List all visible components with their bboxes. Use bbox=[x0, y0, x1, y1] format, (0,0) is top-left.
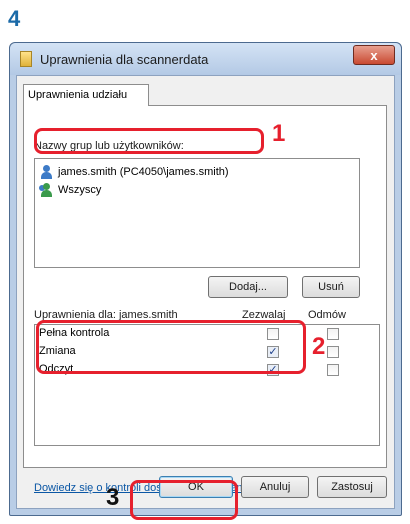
group-name: Wszyscy bbox=[58, 184, 102, 196]
deny-checkbox-change[interactable] bbox=[327, 346, 339, 358]
cancel-button[interactable]: Anuluj bbox=[241, 476, 309, 498]
tab-panel: Nazwy grup lub użytkowników: james.smith… bbox=[23, 105, 387, 494]
annotation-step-2: 2 bbox=[312, 333, 326, 360]
window-title: Uprawnienia dla scannerdata bbox=[40, 52, 209, 67]
highlight-permission-checkboxes bbox=[36, 320, 306, 374]
user-icon bbox=[39, 165, 55, 179]
annotation-step-1: 1 bbox=[272, 120, 286, 147]
highlight-ok-button bbox=[130, 480, 238, 520]
add-button[interactable]: Dodaj... bbox=[208, 276, 288, 298]
users-listbox[interactable]: james.smith (PC4050\james.smith) Wszyscy bbox=[34, 158, 360, 268]
deny-column-header: Odmów bbox=[308, 309, 346, 321]
title-bar[interactable]: Uprawnienia dla scannerdata x bbox=[10, 43, 401, 75]
step-number: 4 bbox=[8, 6, 21, 31]
deny-checkbox-full-control[interactable] bbox=[327, 328, 339, 340]
remove-button[interactable]: Usuń bbox=[302, 276, 360, 298]
list-item-james-smith[interactable]: james.smith (PC4050\james.smith) bbox=[39, 163, 229, 181]
permissions-dialog: Uprawnienia dla scannerdata x Uprawnieni… bbox=[9, 42, 402, 516]
close-button[interactable]: x bbox=[353, 45, 395, 65]
list-item-everyone[interactable]: Wszyscy bbox=[39, 181, 101, 199]
annotation-step-3: 3 bbox=[106, 484, 120, 511]
group-icon bbox=[39, 183, 55, 197]
folder-icon bbox=[20, 51, 32, 67]
deny-checkbox-read[interactable] bbox=[327, 364, 339, 376]
user-name: james.smith (PC4050\james.smith) bbox=[58, 166, 229, 178]
highlight-user-selection bbox=[34, 128, 264, 154]
tab-share-permissions[interactable]: Uprawnienia udziału bbox=[23, 84, 149, 106]
apply-button[interactable]: Zastosuj bbox=[317, 476, 387, 498]
